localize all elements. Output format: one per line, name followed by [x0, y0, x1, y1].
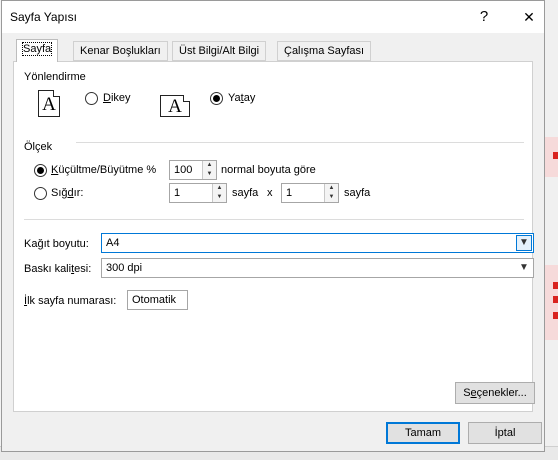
spinner-arrows[interactable]: ▲ ▼	[202, 161, 216, 179]
portrait-page-icon: A	[38, 90, 60, 117]
first-page-number-label: İlk sayfa numarası:	[24, 295, 117, 307]
tab-panel-page: Yönlendirme A Dikey A Yatay Ölçek Küçült…	[13, 61, 535, 412]
spin-down-icon[interactable]: ▼	[213, 193, 226, 202]
cancel-button[interactable]: İptal	[468, 422, 542, 444]
fit-wide-unit: sayfa	[232, 187, 259, 199]
title-bar: Sayfa Yapısı ? ✕	[2, 1, 544, 33]
background-marker	[553, 312, 558, 319]
print-quality-value: 300 dpi	[106, 262, 143, 274]
orientation-heading: Yönlendirme	[24, 71, 86, 83]
fit-to-label[interactable]: Sığdır:	[51, 187, 83, 199]
tab-margins[interactable]: Kenar Boşlukları	[73, 41, 168, 61]
print-quality-select[interactable]: 300 dpi ▼	[101, 258, 534, 278]
orientation-divider	[76, 142, 524, 143]
chevron-down-icon[interactable]: ▼	[516, 260, 532, 276]
spin-up-icon[interactable]: ▲	[325, 184, 338, 193]
fit-to-radio[interactable]	[34, 187, 47, 200]
landscape-radio[interactable]	[210, 92, 223, 105]
paper-size-label: Kağıt boyutu:	[24, 238, 89, 250]
fit-tall-unit: sayfa	[344, 187, 371, 199]
options-button[interactable]: Seçenekler...	[455, 382, 535, 404]
paper-size-select[interactable]: A4 ▼	[101, 233, 534, 253]
first-page-number-input[interactable]: Otomatik	[127, 290, 188, 310]
scale-percent-value: 100	[174, 164, 193, 176]
tab-header-footer[interactable]: Üst Bilgi/Alt Bilgi	[172, 41, 267, 61]
portrait-radio[interactable]	[85, 92, 98, 105]
scale-percent-spinner[interactable]: 100 ▲ ▼	[169, 160, 217, 180]
landscape-page-icon: A	[160, 95, 190, 117]
fit-separator: x	[267, 187, 273, 199]
spinner-arrows[interactable]: ▲ ▼	[212, 184, 226, 202]
background-marker	[553, 282, 558, 289]
background-marker	[553, 296, 558, 303]
spinner-arrows[interactable]: ▲ ▼	[324, 184, 338, 202]
dialog-title: Sayfa Yapısı	[10, 10, 77, 24]
portrait-label[interactable]: Dikey	[103, 92, 131, 104]
fit-tall-value: 1	[286, 187, 293, 199]
spin-up-icon[interactable]: ▲	[213, 184, 226, 193]
background-worksheet-right	[545, 0, 558, 460]
tab-page[interactable]: Sayfa	[16, 39, 59, 62]
background-marker	[553, 152, 558, 159]
print-quality-label: Baskı kalitesi:	[24, 263, 92, 275]
spin-down-icon[interactable]: ▼	[203, 170, 216, 179]
chevron-down-icon[interactable]: ▼	[516, 235, 532, 251]
scale-suffix-label: normal boyuta göre	[221, 164, 316, 176]
scaling-heading: Ölçek	[24, 141, 53, 153]
spin-down-icon[interactable]: ▼	[325, 193, 338, 202]
page-setup-dialog: Sayfa Yapısı ? ✕ Sayfa Kenar Boşlukları …	[1, 0, 545, 452]
paper-size-value: A4	[106, 237, 120, 249]
spin-up-icon[interactable]: ▲	[203, 161, 216, 170]
fit-wide-value: 1	[174, 187, 181, 199]
ok-button[interactable]: Tamam	[386, 422, 460, 444]
fit-tall-spinner[interactable]: 1 ▲ ▼	[281, 183, 339, 203]
adjust-to-label[interactable]: Küçültme/Büyütme %	[51, 164, 156, 176]
landscape-label[interactable]: Yatay	[228, 92, 255, 104]
adjust-to-radio[interactable]	[34, 164, 47, 177]
tab-sheet[interactable]: Çalışma Sayfası	[277, 41, 372, 61]
fit-wide-spinner[interactable]: 1 ▲ ▼	[169, 183, 227, 203]
help-button[interactable]: ?	[462, 3, 506, 31]
scaling-divider	[24, 219, 524, 220]
close-button[interactable]: ✕	[507, 3, 551, 31]
